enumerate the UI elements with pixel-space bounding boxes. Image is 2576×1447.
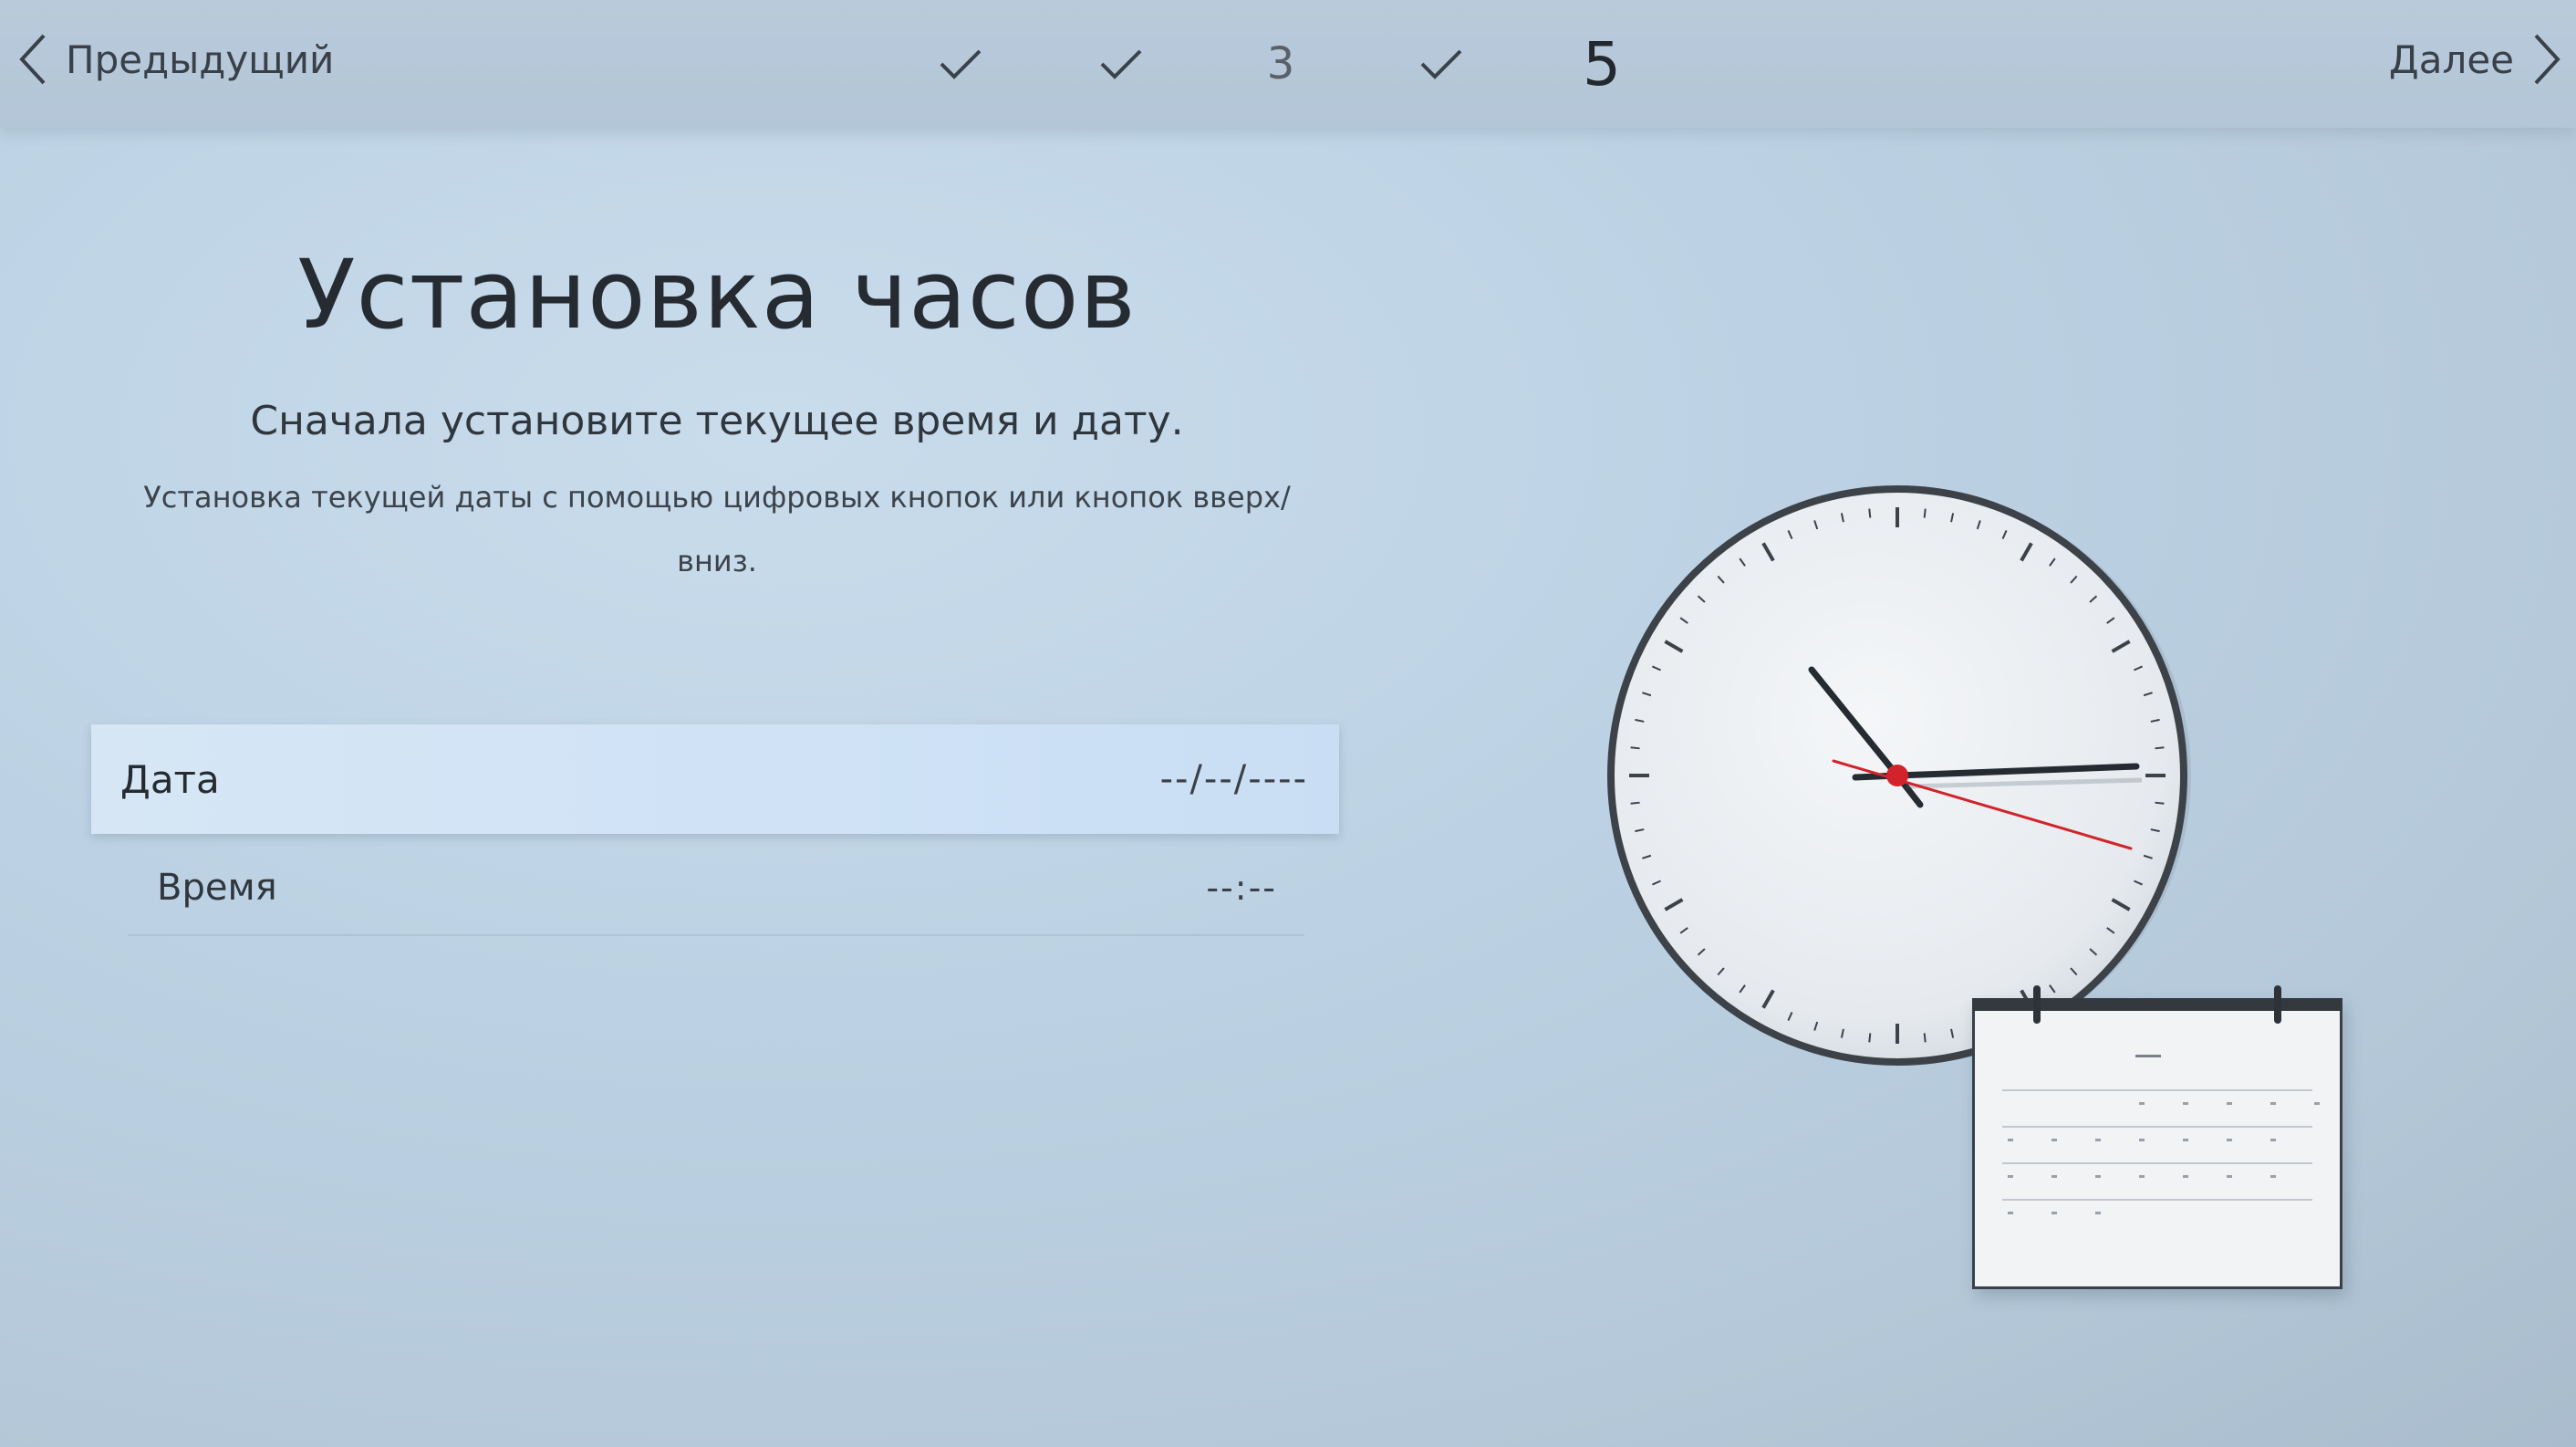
calendar-day-mark — [2139, 1102, 2145, 1105]
calendar-day-mark — [2008, 1212, 2013, 1214]
minute-tick — [1630, 746, 1640, 750]
calendar-day-mark — [2227, 1139, 2232, 1141]
calendar-day-mark — [2095, 1212, 2101, 1214]
minute-tick — [1868, 1033, 1872, 1043]
step-1-done — [924, 27, 997, 100]
minute-tick — [1868, 508, 1872, 518]
calendar-day-mark — [2270, 1175, 2276, 1178]
time-field[interactable]: Время --:-- — [128, 841, 1304, 936]
instruction-text: Установка текущей даты с помощью цифровы… — [143, 480, 1291, 578]
check-icon — [1420, 49, 1462, 79]
clock-center — [1886, 765, 1908, 786]
minute-tick — [2155, 801, 2165, 805]
step-4-done — [1405, 27, 1478, 100]
calendar-day-mark — [2051, 1212, 2057, 1214]
calendar-day-mark — [2139, 1175, 2145, 1178]
calendar-day-mark — [2227, 1102, 2232, 1105]
step-number: 3 — [1266, 38, 1295, 89]
check-icon — [940, 49, 982, 79]
calendar-day-mark — [2183, 1102, 2188, 1105]
calendar-day-mark — [2008, 1139, 2013, 1141]
minute-tick — [2155, 746, 2165, 750]
step-number: 5 — [1583, 28, 1621, 99]
wall-clock-icon — [1607, 485, 2191, 1066]
chevron-right-icon — [2534, 34, 2560, 85]
step-2-done — [1085, 27, 1158, 100]
setup-step-bar: Предыдущий 3 5 Далее — [0, 0, 2576, 128]
minute-tick — [1923, 508, 1927, 518]
step-indicator: 3 5 — [0, 27, 2576, 100]
next-label: Далее — [2388, 36, 2514, 82]
step-5-current: 5 — [1565, 27, 1638, 100]
calendar-day-mark — [2270, 1139, 2276, 1141]
time-label: Время — [157, 867, 277, 909]
clock-illustration — [1569, 474, 2372, 1296]
page-title: Установка часов — [297, 239, 1137, 350]
calendar-day-mark — [2051, 1139, 2057, 1141]
calendar-day-mark — [2008, 1175, 2013, 1178]
calendar-month-mark — [2135, 1055, 2161, 1057]
minute-tick — [1630, 801, 1640, 805]
page-subtitle: Сначала установите текущее время и дату. — [250, 398, 1184, 444]
calendar-grid — [2002, 1089, 2320, 1263]
calendar-binding — [1972, 998, 2342, 1011]
calendar-ring — [2033, 985, 2041, 1024]
time-value: --:-- — [1206, 868, 1277, 908]
calendar-day-mark — [2227, 1175, 2232, 1178]
calendar-day-mark — [2095, 1175, 2101, 1178]
calendar-day-mark — [2183, 1139, 2188, 1141]
calendar-day-mark — [2051, 1175, 2057, 1178]
step-3: 3 — [1244, 27, 1317, 100]
minute-tick — [1923, 1033, 1927, 1043]
date-label: Дата — [120, 756, 220, 802]
calendar-day-mark — [2183, 1175, 2188, 1178]
check-icon — [1100, 49, 1142, 79]
calendar-icon — [1972, 985, 2342, 1289]
calendar-day-mark — [2095, 1139, 2101, 1141]
date-field[interactable]: Дата --/--/---- — [91, 724, 1339, 834]
calendar-day-mark — [2139, 1139, 2145, 1141]
calendar-day-mark — [2314, 1102, 2320, 1105]
next-button[interactable]: Далее — [2389, 27, 2563, 91]
date-value: --/--/---- — [1159, 758, 1308, 800]
calendar-day-mark — [2270, 1102, 2276, 1105]
calendar-ring — [2274, 985, 2281, 1024]
